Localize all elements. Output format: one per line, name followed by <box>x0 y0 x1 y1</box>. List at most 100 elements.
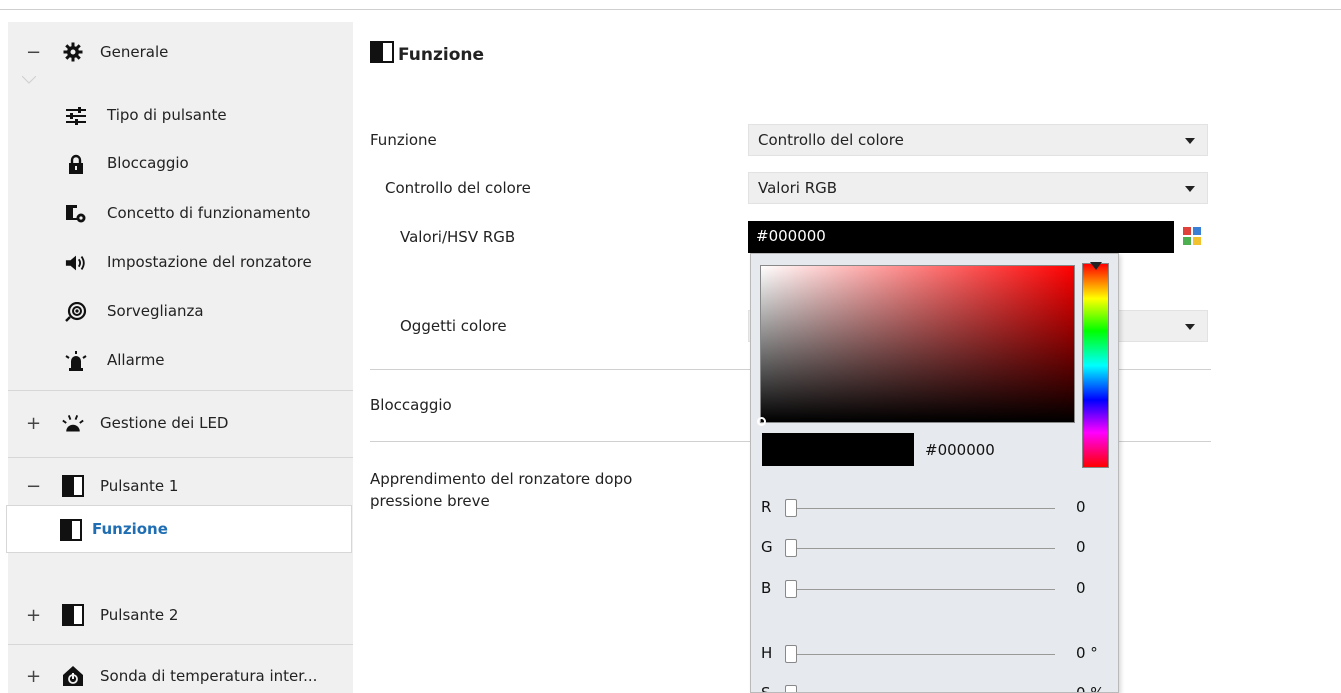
expand-toggle[interactable]: + <box>26 605 41 626</box>
speaker-icon <box>65 253 87 273</box>
slider-value: 0 ° <box>1076 644 1098 662</box>
sidebar-item-label: Bloccaggio <box>107 154 189 172</box>
chevron-down-icon <box>1185 186 1195 192</box>
sidebar-group-gestione-led[interactable]: + Gestione dei LED <box>8 405 353 441</box>
color-preview <box>762 433 914 466</box>
slider-h[interactable]: H 0 ° <box>761 644 1111 664</box>
sidebar-item-bloccaggio[interactable]: Bloccaggio <box>8 142 353 186</box>
divider <box>8 644 353 645</box>
settings-doc-icon <box>65 204 87 224</box>
hex-value: #000000 <box>925 441 995 459</box>
param-label-oggetti: Oggetti colore <box>400 317 507 335</box>
param-label-bloccaggio: Bloccaggio <box>370 396 452 414</box>
sidebar-group-label: Generale <box>100 43 169 61</box>
sidebar: − Generale Tipo di pulsante Bloccaggio C… <box>8 22 353 693</box>
sidebar-group-sonda[interactable]: + Sonda di temperatura inter... <box>8 658 353 693</box>
slider-b[interactable]: B 0 <box>761 579 1111 599</box>
page-title-text: Funzione <box>398 44 485 65</box>
slider-thumb[interactable] <box>785 499 797 517</box>
sidebar-group-label: Pulsante 2 <box>100 606 179 624</box>
controllo-dropdown[interactable]: Valori RGB <box>748 172 1208 204</box>
sidebar-item-concetto[interactable]: Concetto di funzionamento <box>8 192 353 236</box>
color-value-field[interactable]: #000000 <box>748 221 1174 253</box>
hue-bar[interactable] <box>1082 262 1109 468</box>
sidebar-group-label: Gestione dei LED <box>100 414 229 432</box>
swatch <box>1193 237 1201 245</box>
swatch <box>1183 227 1191 235</box>
slider-label: S <box>761 684 771 693</box>
dropdown-value: Valori RGB <box>758 179 838 197</box>
eye-icon <box>65 302 87 322</box>
window-left-border <box>0 10 8 693</box>
sidebar-group-pulsante-2[interactable]: + Pulsante 2 <box>8 597 353 633</box>
slider-g[interactable]: G 0 <box>761 538 1111 558</box>
color-picker-popup: #000000 R 0 G 0 B 0 H 0 ° S 0 % <box>750 253 1119 693</box>
half-square-icon <box>370 41 394 68</box>
house-thermometer-icon <box>62 665 84 687</box>
light-icon <box>62 412 84 434</box>
expand-toggle[interactable]: + <box>26 413 41 434</box>
sidebar-group-label: Pulsante 1 <box>100 477 179 495</box>
slider-s[interactable]: S 0 % <box>761 684 1111 693</box>
gear-icon <box>62 41 84 63</box>
sidebar-item-tipo-di-pulsante[interactable]: Tipo di pulsante <box>8 94 353 138</box>
hue-marker[interactable] <box>1090 262 1102 270</box>
divider <box>8 457 353 458</box>
sidebar-item-funzione[interactable]: Funzione <box>6 505 352 553</box>
sidebar-item-sorveglianza[interactable]: Sorveglianza <box>8 290 353 334</box>
slider-track[interactable] <box>797 548 1055 549</box>
saturation-value-area[interactable] <box>757 265 1075 426</box>
chevron-down-icon <box>1185 324 1195 330</box>
slider-label: R <box>761 498 772 516</box>
expand-notch <box>22 76 36 84</box>
param-label-valori: Valori/HSV RGB <box>400 228 516 246</box>
swatch <box>1193 227 1201 235</box>
slider-label: G <box>761 538 773 556</box>
sidebar-item-ronzatore[interactable]: Impostazione del ronzatore <box>8 241 353 285</box>
slider-track[interactable] <box>797 654 1055 655</box>
half-square-icon <box>62 475 84 497</box>
slider-value: 0 <box>1076 538 1086 556</box>
sv-marker[interactable] <box>757 417 766 426</box>
chevron-down-icon <box>1185 138 1195 144</box>
window-top-border <box>0 0 1341 10</box>
slider-label: H <box>761 644 773 662</box>
slider-value: 0 <box>1076 579 1086 597</box>
color-picker-button[interactable] <box>1183 227 1201 245</box>
slider-track[interactable] <box>797 589 1055 590</box>
slider-thumb[interactable] <box>785 580 797 598</box>
slider-thumb[interactable] <box>785 539 797 557</box>
param-label-apprendimento: Apprendimento del ronzatore dopo pressio… <box>370 470 633 510</box>
param-label-controllo: Controllo del colore <box>385 179 531 197</box>
sliders-icon <box>65 106 87 126</box>
divider <box>8 390 353 391</box>
page-title: Funzione <box>370 41 484 68</box>
sidebar-item-label: Sorveglianza <box>107 302 204 320</box>
sidebar-group-pulsante-1[interactable]: − Pulsante 1 <box>8 468 353 504</box>
swatch <box>1183 237 1191 245</box>
collapse-toggle[interactable]: − <box>26 476 41 497</box>
slider-r[interactable]: R 0 <box>761 498 1111 518</box>
slider-value: 0 <box>1076 498 1086 516</box>
half-square-icon <box>60 519 82 545</box>
collapse-toggle[interactable]: − <box>26 42 41 63</box>
sidebar-item-label: Allarme <box>107 351 165 369</box>
slider-label: B <box>761 579 772 597</box>
param-label-funzione: Funzione <box>370 131 437 149</box>
lock-icon <box>65 154 87 174</box>
sidebar-group-label: Sonda di temperatura inter... <box>100 667 318 685</box>
sidebar-item-label: Concetto di funzionamento <box>107 204 311 222</box>
sidebar-item-label: Impostazione del ronzatore <box>107 253 312 271</box>
slider-track[interactable] <box>797 508 1055 509</box>
sidebar-item-label: Funzione <box>92 520 168 538</box>
sidebar-item-label: Tipo di pulsante <box>107 106 227 124</box>
half-square-icon <box>62 604 84 626</box>
funzione-dropdown[interactable]: Controllo del colore <box>748 124 1208 156</box>
slider-value: 0 % <box>1076 684 1105 693</box>
slider-thumb[interactable] <box>785 685 797 692</box>
sidebar-item-allarme[interactable]: Allarme <box>8 339 353 383</box>
expand-toggle[interactable]: + <box>26 666 41 687</box>
sidebar-group-generale[interactable]: − Generale <box>8 34 353 70</box>
slider-thumb[interactable] <box>785 645 797 663</box>
alarm-icon <box>65 351 87 371</box>
